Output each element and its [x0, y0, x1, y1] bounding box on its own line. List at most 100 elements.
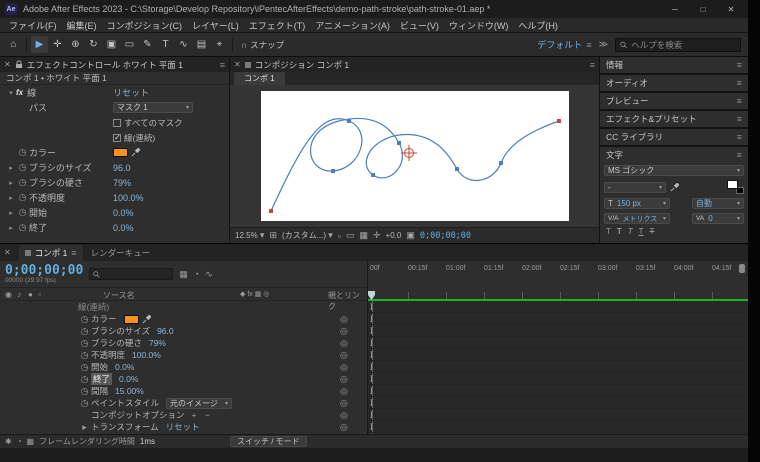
property-value[interactable]: 15.00% — [115, 386, 144, 396]
stopwatch-icon[interactable]: ◷ — [78, 386, 91, 397]
toolbar-overflow-icon[interactable]: ≫ — [599, 39, 608, 50]
menu-layer[interactable]: レイヤー(L) — [187, 19, 244, 32]
tracking-select[interactable]: VA 0 ▾ — [692, 213, 744, 224]
stopwatch-icon[interactable]: ◷ — [78, 326, 91, 337]
chevron-right-icon[interactable]: ▸ — [6, 164, 16, 172]
eyedropper-icon[interactable] — [142, 314, 151, 324]
composition-viewer[interactable] — [230, 85, 599, 227]
property-label[interactable]: ペイントスタイル — [91, 397, 159, 409]
audio-icon[interactable]: ♪ — [17, 290, 21, 299]
snap-toggle[interactable]: ∩ スナップ — [237, 39, 288, 51]
timeline-search[interactable] — [89, 268, 174, 280]
property-label[interactable]: カラー — [91, 313, 117, 325]
property-label[interactable]: ブラシのサイズ — [91, 325, 150, 337]
color-swatch[interactable] — [123, 314, 139, 324]
pick-whip-icon[interactable]: ◎ — [340, 350, 348, 361]
stopwatch-icon[interactable]: ◷ — [78, 338, 91, 349]
viewer-tab-comp1[interactable]: コンポ 1 — [234, 72, 285, 85]
resolution-select[interactable]: (カスタム...) ▾ — [282, 230, 333, 241]
stopwatch-icon[interactable]: ◷ — [16, 207, 29, 218]
path-mask-select[interactable]: マスク 1 ▾ — [113, 102, 193, 113]
help-search[interactable] — [615, 37, 741, 52]
menu-view[interactable]: ビュー(V) — [395, 19, 444, 32]
menu-composition[interactable]: コンポジション(C) — [102, 19, 188, 32]
color-row[interactable]: ◷ カラー ◎ — [0, 313, 367, 325]
menu-window[interactable]: ウィンドウ(W) — [444, 19, 514, 32]
pick-whip-icon[interactable]: ◎ — [340, 314, 348, 325]
clone-stamp-tool-icon[interactable]: ▤ — [193, 36, 210, 53]
panel-menu-icon[interactable]: ≡ — [737, 78, 742, 88]
composition-tab[interactable]: ✕ コンポジション コンポ 1 ≡ — [230, 57, 599, 72]
stopwatch-icon[interactable]: ◷ — [16, 162, 29, 173]
chevron-right-icon[interactable]: ▸ — [6, 209, 16, 217]
menu-edit[interactable]: 編集(E) — [62, 19, 102, 32]
property-label[interactable]: ブラシの硬さ — [91, 337, 142, 349]
panel-menu-icon[interactable]: ≡ — [590, 60, 595, 70]
fill-color-swatch[interactable] — [727, 180, 738, 189]
property-value[interactable]: 100.0% — [132, 350, 161, 360]
property-value[interactable]: 96.0 — [157, 326, 174, 336]
compositing-options-buttons[interactable]: + − — [192, 410, 213, 420]
stopwatch-icon[interactable]: ◷ — [16, 177, 29, 188]
character-panel-header[interactable]: 文字 ≡ — [600, 147, 748, 163]
rectangle-tool-icon[interactable]: ▭ — [121, 36, 138, 53]
render-clock-icon[interactable]: ◔ — [17, 437, 22, 446]
mini-flowchart-icon[interactable]: ▦ — [179, 269, 188, 280]
fill-stroke-swatches[interactable] — [727, 180, 744, 194]
preview-panel-header[interactable]: プレビュー ≡ — [600, 93, 748, 109]
selected-vertices[interactable] — [269, 119, 561, 213]
pick-whip-icon[interactable]: ◎ — [340, 422, 348, 433]
minimize-button[interactable]: ─ — [663, 2, 687, 16]
menu-file[interactable]: ファイル(F) — [4, 19, 62, 32]
stopwatch-icon[interactable]: ◷ — [78, 362, 91, 373]
spacing-row[interactable]: ◷ 間隔 15.00% ◎ — [0, 385, 367, 397]
brush-size-value[interactable]: 96.0 — [113, 163, 131, 173]
pick-whip-icon[interactable]: ◎ — [340, 386, 348, 397]
render-meter-icon[interactable]: ✱ — [5, 437, 12, 446]
audio-panel-header[interactable]: オーディオ ≡ — [600, 75, 748, 91]
panel-menu-icon[interactable]: ≡ — [737, 60, 742, 70]
pen-tool-icon[interactable]: ✎ — [139, 36, 156, 53]
opacity-row[interactable]: ◷ 不透明度 100.0% ◎ — [0, 349, 367, 361]
transparency-grid-icon[interactable]: ▫ — [338, 231, 341, 241]
effect-reset-button[interactable]: リセット — [113, 86, 149, 99]
chevron-right-icon[interactable]: ▸ — [6, 194, 16, 202]
pick-whip-icon[interactable]: ◎ — [340, 326, 348, 337]
chevron-right-icon[interactable]: ▸ — [6, 224, 16, 232]
target-icon[interactable]: ✛ — [373, 230, 381, 241]
property-label[interactable]: 終了 — [91, 373, 113, 385]
panel-menu-icon[interactable]: ≡ — [737, 132, 742, 142]
close-button[interactable]: ✕ — [719, 2, 743, 16]
mask-path[interactable] — [270, 117, 560, 212]
color-swatch[interactable] — [113, 148, 128, 157]
brush-hardness-row[interactable]: ◷ ブラシの硬さ 79% ◎ — [0, 337, 367, 349]
panel-menu-icon[interactable]: ≡ — [737, 150, 742, 160]
anchor-point-crosshair[interactable] — [401, 145, 417, 161]
composition-canvas[interactable] — [261, 91, 569, 221]
chevron-right-icon[interactable]: ▸ — [6, 179, 16, 187]
current-timecode[interactable]: 0;00;00;00 — [5, 264, 83, 277]
transform-reset-button[interactable]: リセット — [166, 421, 200, 433]
property-value[interactable]: 0.0% — [115, 362, 134, 372]
cc-libraries-panel-header[interactable]: CC ライブラリ ≡ — [600, 129, 748, 145]
menu-help[interactable]: ヘルプ(H) — [513, 19, 563, 32]
leading-select[interactable]: 自動 ▾ — [692, 198, 744, 209]
panel-menu-icon[interactable]: ≡ — [220, 60, 225, 70]
graph-editor-icon[interactable]: ∿ — [205, 269, 213, 280]
all-masks-checkbox[interactable] — [113, 118, 121, 127]
puppet-tool-icon[interactable]: ⌖ — [211, 36, 228, 53]
menu-animation[interactable]: アニメーション(A) — [310, 19, 395, 32]
eye-icon[interactable]: ◉ — [5, 290, 12, 299]
compositing-options-row[interactable]: コンポジットオプション + − ◎ — [0, 409, 367, 421]
time-navigator-end-handle[interactable] — [739, 264, 745, 273]
camera-tool-icon[interactable]: ▣ — [103, 36, 120, 53]
property-label[interactable]: 間隔 — [91, 385, 108, 397]
effect-name[interactable]: 線 — [27, 86, 36, 99]
end-row[interactable]: ◷ 終了 0.0% ◎ — [0, 373, 367, 385]
home-tool-icon[interactable]: ⌂ — [5, 36, 22, 53]
timeline-comp-tab[interactable]: コンポ 1 ≡ — [18, 244, 83, 261]
render-grid-icon[interactable]: ▦ — [27, 437, 35, 446]
grid-options-icon[interactable]: ⊞ — [269, 230, 277, 241]
property-value[interactable]: 0.0% — [119, 374, 138, 384]
fx-badge-icon[interactable]: fx — [16, 88, 23, 97]
